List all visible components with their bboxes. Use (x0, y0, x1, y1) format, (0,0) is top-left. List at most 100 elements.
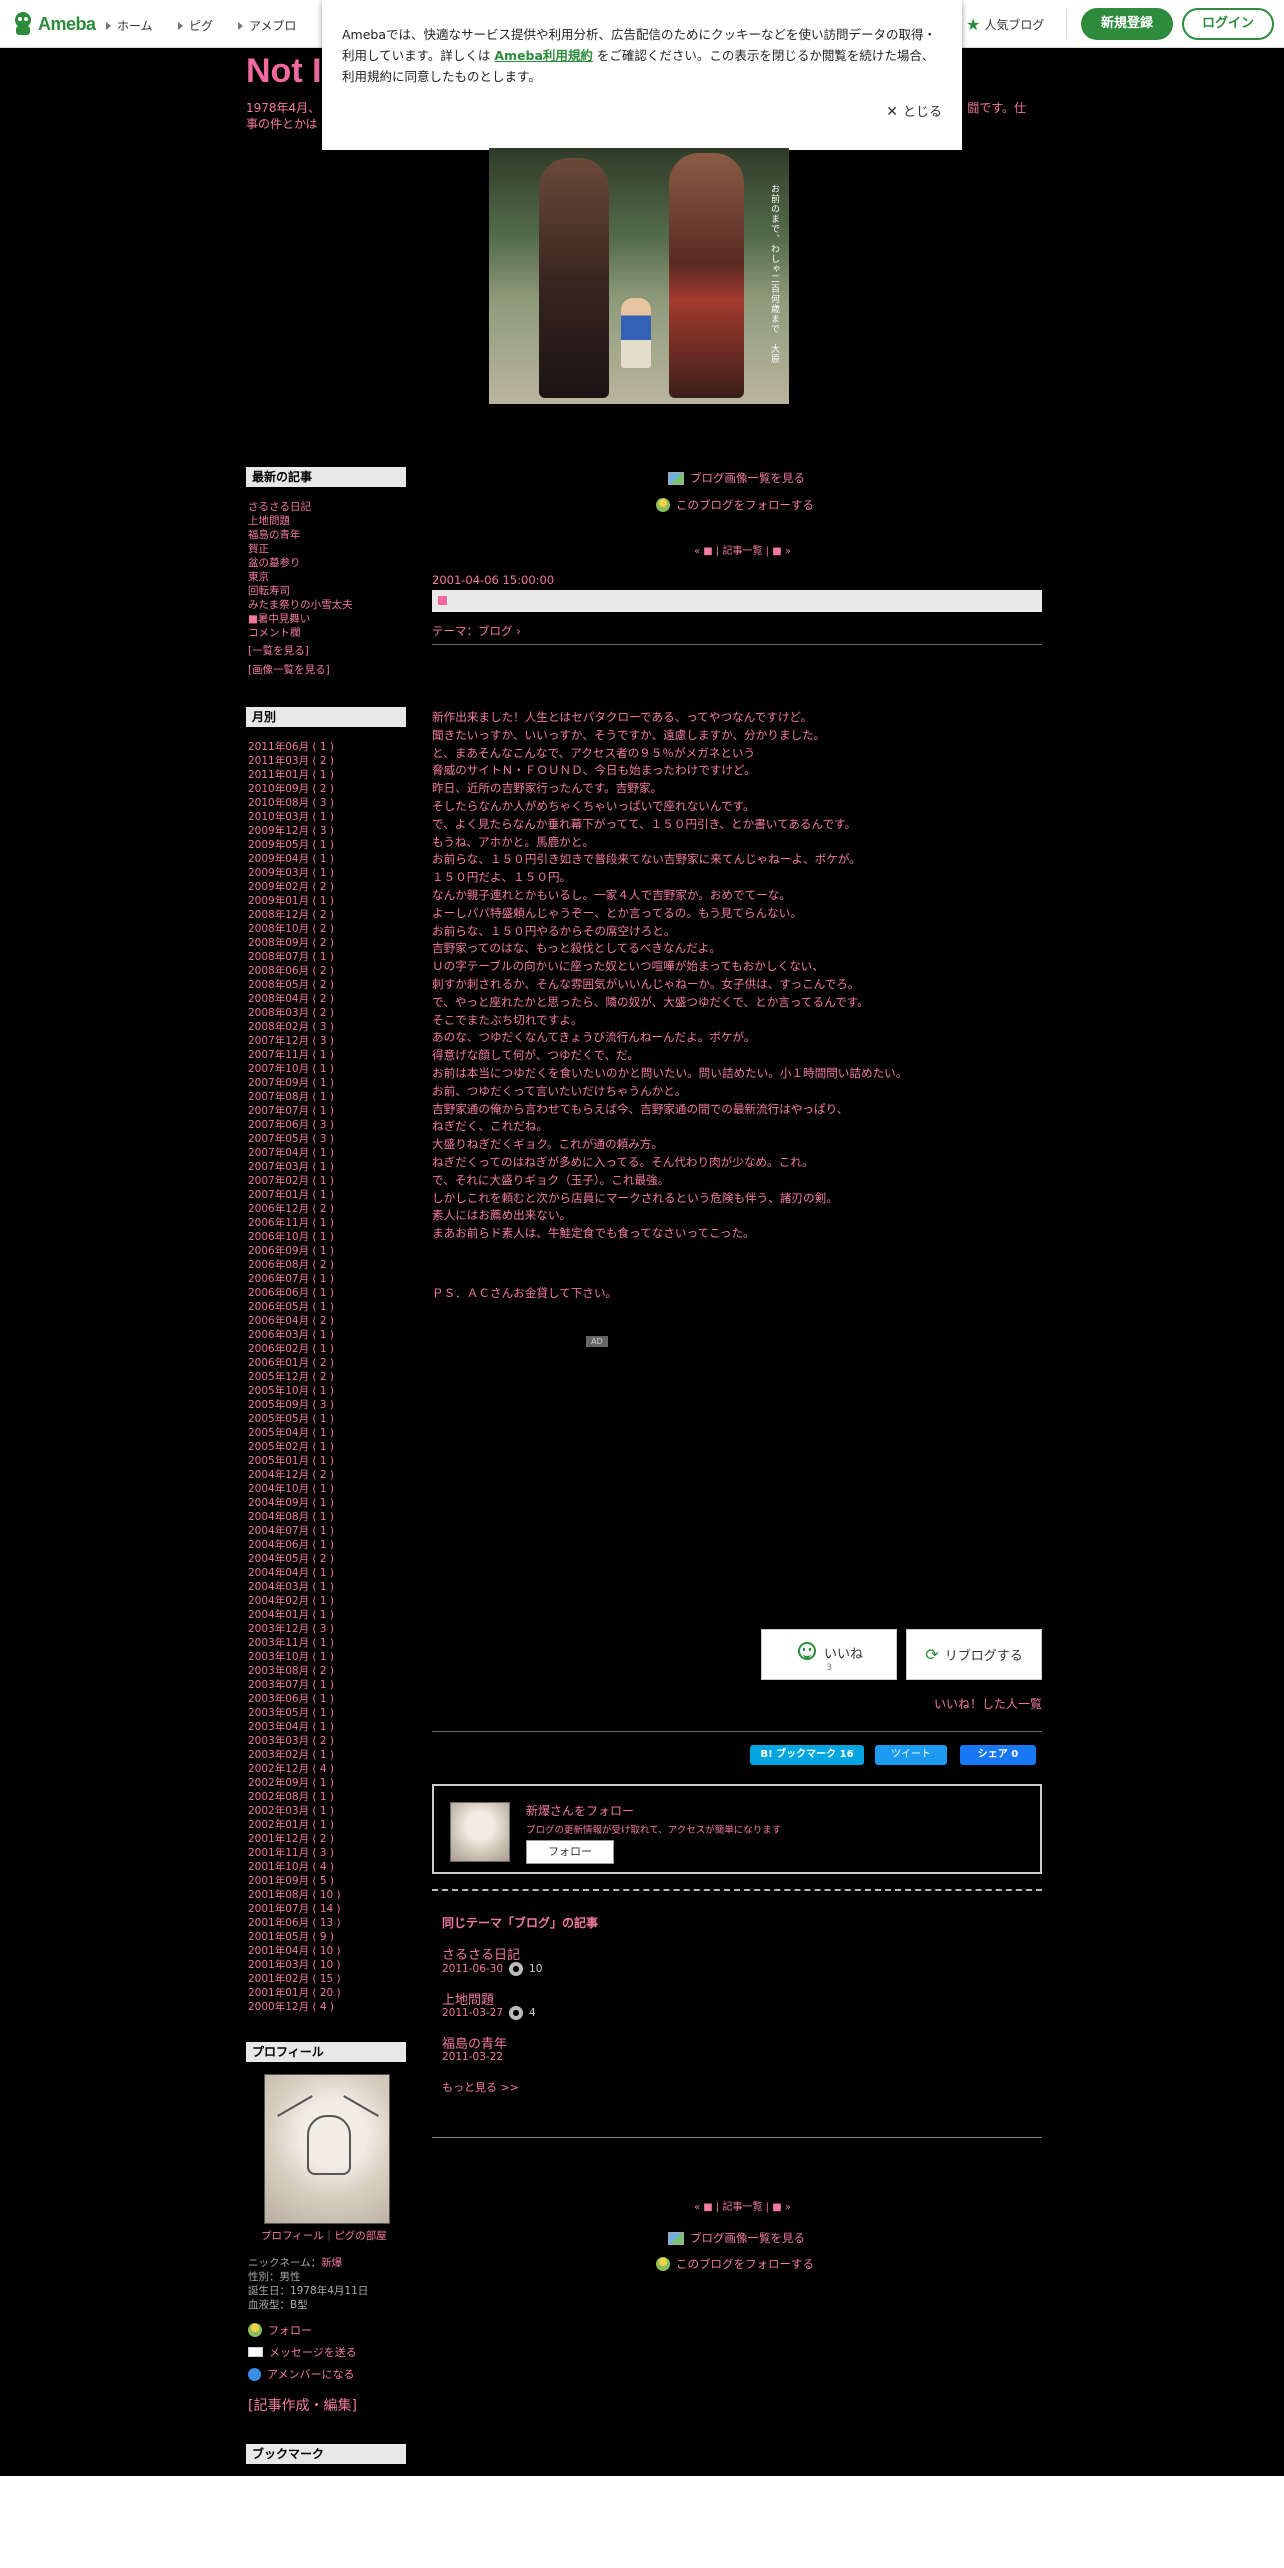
follow-blog-link[interactable]: このブログをフォローする (656, 497, 814, 513)
monthly-item[interactable]: 2007年09月 ( 1 ) (248, 1076, 408, 1090)
monthly-item[interactable]: 2011年01月 ( 1 ) (248, 768, 408, 782)
monthly-item[interactable]: 2004年09月 ( 1 ) (248, 1496, 408, 1510)
monthly-item[interactable]: 2006年08月 ( 2 ) (248, 1258, 408, 1272)
monthly-item[interactable]: 2006年01月 ( 2 ) (248, 1356, 408, 1370)
monthly-item[interactable]: 2009年05月 ( 1 ) (248, 838, 408, 852)
recent-item[interactable]: 福島の青年 (248, 528, 408, 542)
nav-ameblo[interactable]: アメブロ (238, 17, 296, 34)
monthly-item[interactable]: 2002年03月 ( 1 ) (248, 1804, 408, 1818)
monthly-item[interactable]: 2007年04月 ( 1 ) (248, 1146, 408, 1160)
recent-item[interactable]: 上地問題 (248, 514, 408, 528)
monthly-item[interactable]: 2003年07月 ( 1 ) (248, 1678, 408, 1692)
terms-link[interactable]: Ameba利用規約 (494, 48, 593, 63)
login-button[interactable]: ログイン (1182, 8, 1274, 40)
recent-item[interactable]: さるさる日記 (248, 500, 408, 514)
monthly-item[interactable]: 2009年04月 ( 1 ) (248, 852, 408, 866)
blog-title[interactable]: Not I (246, 52, 322, 91)
monthly-item[interactable]: 2007年06月 ( 3 ) (248, 1118, 408, 1132)
monthly-item[interactable]: 2003年04月 ( 1 ) (248, 1720, 408, 1734)
monthly-item[interactable]: 2004年08月 ( 1 ) (248, 1510, 408, 1524)
nav-home[interactable]: ホーム (106, 17, 153, 34)
monthly-item[interactable]: 2009年01月 ( 1 ) (248, 894, 408, 908)
monthly-item[interactable]: 2007年08月 ( 1 ) (248, 1090, 408, 1104)
related-item-title[interactable]: 福島の青年 (442, 2033, 507, 2052)
monthly-item[interactable]: 2008年04月 ( 2 ) (248, 992, 408, 1006)
recent-item[interactable]: みたま祭りの小雪太夫 (248, 598, 408, 612)
monthly-item[interactable]: 2007年03月 ( 1 ) (248, 1160, 408, 1174)
monthly-item[interactable]: 2005年10月 ( 1 ) (248, 1384, 408, 1398)
monthly-item[interactable]: 2004年04月 ( 1 ) (248, 1566, 408, 1580)
monthly-item[interactable]: 2006年06月 ( 1 ) (248, 1286, 408, 1300)
monthly-item[interactable]: 2006年03月 ( 1 ) (248, 1328, 408, 1342)
send-message-link[interactable]: メッセージを送る (248, 2344, 357, 2360)
monthly-item[interactable]: 2001年07月 ( 14 ) (248, 1902, 408, 1916)
monthly-item[interactable]: 2010年03月 ( 1 ) (248, 810, 408, 824)
liked-users-link[interactable]: いいね！した人一覧 (934, 1695, 1042, 1712)
facebook-share-button[interactable]: シェア 0 (960, 1745, 1036, 1765)
recent-item[interactable]: 盆の墓参り (248, 556, 408, 570)
monthly-item[interactable]: 2002年08月 ( 1 ) (248, 1790, 408, 1804)
monthly-item[interactable]: 2001年01月 ( 20 ) (248, 1986, 408, 2000)
monthly-item[interactable]: 2006年05月 ( 1 ) (248, 1300, 408, 1314)
monthly-item[interactable]: 2007年02月 ( 1 ) (248, 1174, 408, 1188)
monthly-item[interactable]: 2006年02月 ( 1 ) (248, 1342, 408, 1356)
monthly-item[interactable]: 2003年10月 ( 1 ) (248, 1650, 408, 1664)
monthly-item[interactable]: 2004年12月 ( 2 ) (248, 1468, 408, 1482)
monthly-item[interactable]: 2008年12月 ( 2 ) (248, 908, 408, 922)
monthly-item[interactable]: 2002年01月 ( 1 ) (248, 1818, 408, 1832)
reblog-button[interactable]: ⟳ リブログする (906, 1629, 1042, 1680)
recent-item[interactable]: 賀正 (248, 542, 408, 556)
monthly-item[interactable]: 2004年05月 ( 2 ) (248, 1552, 408, 1566)
monthly-item[interactable]: 2004年06月 ( 1 ) (248, 1538, 408, 1552)
entry-theme-link[interactable]: テーマ：ブログ › (432, 623, 521, 639)
monthly-item[interactable]: 2009年02月 ( 2 ) (248, 880, 408, 894)
entry-pager-bottom[interactable]: « ■ | 記事一覧 | ■ » (694, 2198, 791, 2213)
monthly-item[interactable]: 2003年08月 ( 2 ) (248, 1664, 408, 1678)
monthly-item[interactable]: 2007年12月 ( 3 ) (248, 1034, 408, 1048)
monthly-item[interactable]: 2001年12月 ( 2 ) (248, 1832, 408, 1846)
tweet-button[interactable]: ツイート (875, 1745, 947, 1765)
monthly-item[interactable]: 2004年03月 ( 1 ) (248, 1580, 408, 1594)
cookie-close-button[interactable]: ✕ とじる (886, 102, 942, 123)
monthly-item[interactable]: 2003年03月 ( 2 ) (248, 1734, 408, 1748)
popular-blog-link[interactable]: ★ 人気ブログ (966, 16, 1044, 33)
entry-title-bar[interactable] (432, 590, 1042, 612)
monthly-item[interactable]: 2008年10月 ( 2 ) (248, 922, 408, 936)
monthly-item[interactable]: 2001年08月 ( 10 ) (248, 1888, 408, 1902)
monthly-item[interactable]: 2004年10月 ( 1 ) (248, 1482, 408, 1496)
author-avatar[interactable] (450, 1802, 510, 1862)
monthly-item[interactable]: 2006年04月 ( 2 ) (248, 1314, 408, 1328)
monthly-item[interactable]: 2005年02月 ( 1 ) (248, 1440, 408, 1454)
monthly-item[interactable]: 2002年12月 ( 4 ) (248, 1762, 408, 1776)
monthly-item[interactable]: 2004年02月 ( 1 ) (248, 1594, 408, 1608)
recent-more-link[interactable]: [一覧を見る] (248, 644, 408, 658)
like-button[interactable]: いいね 3 (761, 1629, 897, 1680)
monthly-item[interactable]: 2006年12月 ( 2 ) (248, 1202, 408, 1216)
monthly-item[interactable]: 2007年07月 ( 1 ) (248, 1104, 408, 1118)
recent-item[interactable]: コメント欄 (248, 626, 408, 640)
profile-follow-link[interactable]: フォロー (248, 2322, 312, 2338)
monthly-item[interactable]: 2003年11月 ( 1 ) (248, 1636, 408, 1650)
monthly-item[interactable]: 2007年11月 ( 1 ) (248, 1048, 408, 1062)
monthly-item[interactable]: 2008年07月 ( 1 ) (248, 950, 408, 964)
follow-box-title[interactable]: 新爆さんをフォロー (526, 1802, 634, 1819)
ad-badge[interactable]: AD (586, 1336, 608, 1347)
monthly-item[interactable]: 2001年05月 ( 9 ) (248, 1930, 408, 1944)
monthly-item[interactable]: 2006年10月 ( 1 ) (248, 1230, 408, 1244)
monthly-item[interactable]: 2003年12月 ( 3 ) (248, 1622, 408, 1636)
monthly-item[interactable]: 2004年07月 ( 1 ) (248, 1524, 408, 1538)
monthly-item[interactable]: 2010年08月 ( 3 ) (248, 796, 408, 810)
monthly-item[interactable]: 2001年02月 ( 15 ) (248, 1972, 408, 1986)
nav-pigg[interactable]: ピグ (178, 17, 213, 34)
profile-links[interactable]: プロフィール｜ピグの部屋 (261, 2229, 387, 2243)
monthly-item[interactable]: 2001年03月 ( 10 ) (248, 1958, 408, 1972)
monthly-item[interactable]: 2001年11月 ( 3 ) (248, 1846, 408, 1860)
monthly-item[interactable]: 2005年01月 ( 1 ) (248, 1454, 408, 1468)
ameba-logo[interactable]: Ameba (12, 11, 96, 37)
profile-avatar[interactable] (264, 2074, 390, 2224)
monthly-item[interactable]: 2005年12月 ( 2 ) (248, 1370, 408, 1384)
recent-item[interactable]: 東京 (248, 570, 408, 584)
follow-blog-link-bottom[interactable]: このブログをフォローする (656, 2256, 814, 2272)
monthly-item[interactable]: 2005年09月 ( 3 ) (248, 1398, 408, 1412)
monthly-item[interactable]: 2008年06月 ( 2 ) (248, 964, 408, 978)
